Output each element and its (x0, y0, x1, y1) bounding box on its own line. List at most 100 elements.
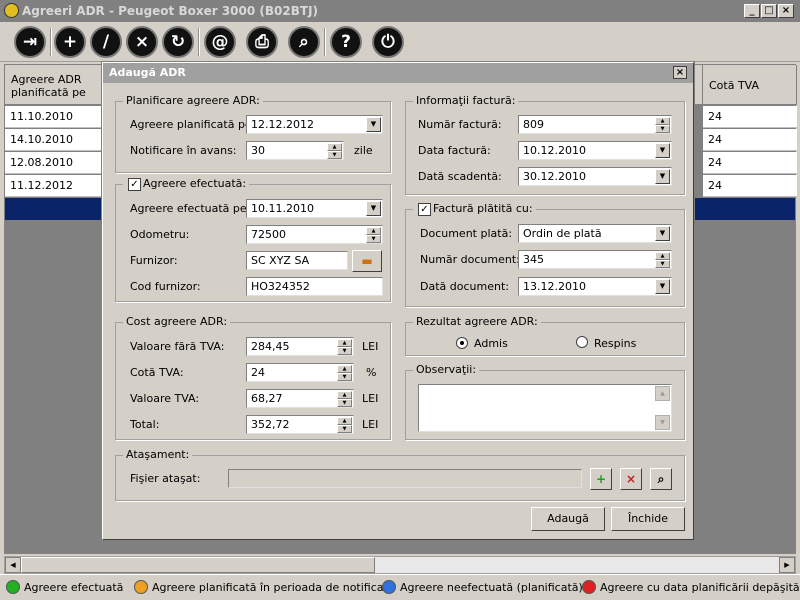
doc-number-spinner[interactable]: 345 ▲ ▼ (518, 250, 672, 269)
attached-file-field[interactable] (228, 469, 582, 488)
respins-label[interactable]: Respins (594, 337, 636, 350)
dropdown-arrow-icon[interactable]: ▼ (655, 169, 670, 184)
total-spinner[interactable]: 352,72 ▲ ▼ (246, 415, 354, 434)
payment-checkbox[interactable]: ✓ (418, 203, 431, 216)
spin-down-icon[interactable]: ▼ (327, 151, 342, 159)
invoice-date-picker[interactable]: 10.12.2010 ▼ (518, 141, 672, 160)
legend-notice: Agreere planificată în perioada de notif… (152, 581, 395, 594)
table-cell-date[interactable]: 11.10.2010 (5, 106, 103, 128)
spin-up-icon[interactable]: ▲ (337, 365, 352, 373)
search-button[interactable]: ⌕ (288, 26, 320, 58)
supplier-list-icon[interactable]: ▬ (352, 250, 382, 272)
vat-value-spinner[interactable]: 68,27 ▲ ▼ (246, 389, 354, 408)
horizontal-scrollbar[interactable]: ◀ ▶ (4, 556, 796, 574)
power-button[interactable]: ⏻ (372, 26, 404, 58)
group-planning: Planificare agreere ADR: Agreere planifi… (115, 94, 391, 173)
supplier-code-field[interactable]: HO324352 (246, 277, 383, 296)
add-adr-dialog: Adaugă ADR × Planificare agreere ADR: Ag… (102, 62, 694, 540)
invoice-number-value: 809 (523, 118, 544, 131)
dialog-titlebar: Adaugă ADR × (103, 63, 693, 83)
group-attachment-legend: Ataşament: (123, 448, 193, 461)
notice-unit: zile (354, 144, 373, 157)
edit-button[interactable]: / (90, 26, 122, 58)
vat-rate-spinner[interactable]: 24 ▲ ▼ (246, 363, 354, 382)
dropdown-arrow-icon[interactable]: ▼ (366, 201, 381, 216)
column-header-planned[interactable]: Agreere ADR planificată pe (5, 65, 103, 105)
table-cell-date[interactable]: 12.08.2010 (5, 152, 103, 174)
odometer-spinner[interactable]: 72500 ▲ ▼ (246, 225, 383, 244)
table-cell-vat[interactable]: 24 (703, 129, 797, 151)
dropdown-arrow-icon[interactable]: ▼ (655, 143, 670, 158)
group-performed: Agreere efectuată: ✓ Agreere efectuată p… (115, 177, 391, 302)
minimize-button[interactable]: _ (744, 4, 760, 18)
scroll-right-arrow-icon[interactable]: ▶ (779, 557, 795, 573)
help-button[interactable]: ? (330, 26, 362, 58)
payment-doc-select[interactable]: Ordin de plată ▼ (518, 224, 672, 243)
close-window-button[interactable]: × (778, 4, 794, 18)
spin-up-icon[interactable]: ▲ (655, 117, 670, 125)
admis-label[interactable]: Admis (474, 337, 508, 350)
add-button[interactable]: + (54, 26, 86, 58)
spin-up-icon[interactable]: ▲ (655, 252, 670, 260)
exit-button[interactable]: ⇥ (14, 26, 46, 58)
performed-checkbox[interactable]: ✓ (128, 178, 141, 191)
invoice-number-spinner[interactable]: 809 ▲ ▼ (518, 115, 672, 134)
spin-down-icon[interactable]: ▼ (655, 125, 670, 133)
scroll-up-icon[interactable]: ▲ (655, 386, 670, 401)
spin-up-icon[interactable]: ▲ (327, 143, 342, 151)
delete-button[interactable]: × (126, 26, 158, 58)
scroll-thumb[interactable] (21, 557, 375, 573)
email-button[interactable]: @ (204, 26, 236, 58)
spin-down-icon[interactable]: ▼ (655, 260, 670, 268)
spin-down-icon[interactable]: ▼ (366, 235, 381, 243)
close-button[interactable]: Închide (611, 507, 685, 531)
doc-date-picker[interactable]: 13.12.2010 ▼ (518, 277, 672, 296)
column-header-vat[interactable]: Cotă TVA (703, 65, 797, 105)
net-value-spinner[interactable]: 284,45 ▲ ▼ (246, 337, 354, 356)
table-cell-vat[interactable]: 24 (703, 106, 797, 128)
spin-up-icon[interactable]: ▲ (337, 417, 352, 425)
dialog-title: Adaugă ADR (109, 66, 186, 79)
view-attachment-icon[interactable]: ⌕ (650, 468, 672, 490)
spin-down-icon[interactable]: ▼ (337, 399, 352, 407)
performed-date-value: 10.11.2010 (251, 202, 314, 215)
doc-number-label: Număr document: (420, 253, 520, 266)
performed-date-picker[interactable]: 10.11.2010 ▼ (246, 199, 383, 218)
table-cell-vat[interactable]: 24 (703, 175, 797, 197)
group-invoice: Informaţii factură: Număr factură: 809 ▲… (405, 94, 685, 195)
due-date-picker[interactable]: 30.12.2010 ▼ (518, 167, 672, 186)
spin-up-icon[interactable]: ▲ (366, 227, 381, 235)
invoice-date-value: 10.12.2010 (523, 144, 586, 157)
dropdown-arrow-icon[interactable]: ▼ (366, 117, 381, 132)
print-button[interactable]: ⎙ (246, 26, 278, 58)
spin-down-icon[interactable]: ▼ (337, 425, 352, 433)
notice-label: Notificare în avans: (130, 144, 237, 157)
spin-down-icon[interactable]: ▼ (337, 347, 352, 355)
dropdown-arrow-icon[interactable]: ▼ (655, 226, 670, 241)
respins-radio[interactable] (576, 336, 588, 348)
add-attachment-icon[interactable]: + (590, 468, 612, 490)
vat-rate-label: Cotă TVA: (130, 366, 184, 379)
table-cell-date[interactable]: 14.10.2010 (5, 129, 103, 151)
dialog-close-button[interactable]: × (673, 66, 687, 79)
maximize-button[interactable]: □ (761, 4, 777, 18)
notes-textarea[interactable]: ▲ ▼ (418, 384, 672, 432)
scroll-left-arrow-icon[interactable]: ◀ (5, 557, 21, 573)
notice-days-spinner[interactable]: 30 ▲ ▼ (246, 141, 344, 160)
vat-value: 68,27 (251, 392, 283, 405)
refresh-button[interactable]: ↻ (162, 26, 194, 58)
blue-dot-icon (382, 580, 396, 594)
group-result-legend: Rezultat agreere ADR: (413, 315, 541, 328)
dropdown-arrow-icon[interactable]: ▼ (655, 279, 670, 294)
scroll-down-icon[interactable]: ▼ (655, 415, 670, 430)
add-button[interactable]: Adaugă (531, 507, 605, 531)
spin-up-icon[interactable]: ▲ (337, 391, 352, 399)
spin-down-icon[interactable]: ▼ (337, 373, 352, 381)
supplier-field[interactable]: SC XYZ SA (246, 251, 348, 270)
table-cell-date[interactable]: 11.12.2012 (5, 175, 103, 197)
spin-up-icon[interactable]: ▲ (337, 339, 352, 347)
delete-attachment-icon[interactable]: × (620, 468, 642, 490)
planned-date-picker[interactable]: 12.12.2012 ▼ (246, 115, 383, 134)
admis-radio[interactable] (456, 337, 468, 349)
table-cell-vat[interactable]: 24 (703, 152, 797, 174)
